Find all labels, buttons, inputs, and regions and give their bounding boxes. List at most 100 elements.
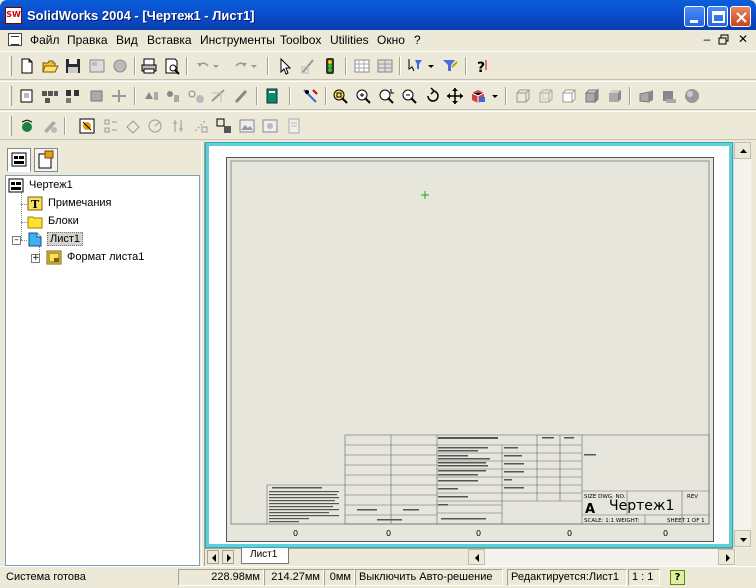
hidden-in-gray-button[interactable]	[537, 87, 555, 105]
scroll-down-button[interactable]	[734, 530, 751, 547]
tab-feature-tree[interactable]	[7, 148, 31, 172]
save-button[interactable]	[64, 57, 82, 75]
scroll-right-button[interactable]	[718, 549, 735, 565]
projected-view-button[interactable]	[88, 87, 106, 105]
make-assembly-button[interactable]	[111, 57, 129, 75]
grid-button[interactable]	[353, 57, 371, 75]
model-view-button[interactable]	[18, 87, 36, 105]
insert-picture-button[interactable]	[238, 117, 256, 135]
shaded-edges-button[interactable]	[583, 87, 601, 105]
smart-dimension-button[interactable]	[301, 87, 319, 105]
view-orientation-dropdown[interactable]	[491, 87, 499, 105]
open-button[interactable]	[41, 57, 59, 75]
revolve-button[interactable]	[146, 117, 164, 135]
scroll-up-button[interactable]	[734, 142, 751, 159]
annotation-book-button[interactable]	[263, 87, 281, 105]
wireframe-button[interactable]	[514, 87, 532, 105]
menu-insert[interactable]: Вставка	[147, 33, 192, 47]
sheet-next-button[interactable]	[222, 550, 234, 564]
rebuild-button[interactable]	[321, 57, 339, 75]
tree-collapse-sheet[interactable]: –	[12, 236, 21, 245]
macro-run-button[interactable]	[18, 117, 36, 135]
edit-sheet-button[interactable]	[261, 117, 279, 135]
broken-view-button[interactable]	[232, 87, 250, 105]
undo-button[interactable]	[194, 57, 212, 75]
new-button[interactable]	[18, 57, 36, 75]
sketch-button[interactable]	[299, 57, 317, 75]
tree-item-blocks[interactable]: Блоки	[27, 214, 147, 230]
sheet-format-button[interactable]	[285, 117, 303, 135]
select-button[interactable]	[276, 57, 294, 75]
whats-this-button[interactable]: ?	[473, 57, 491, 75]
centerline-button[interactable]	[192, 117, 210, 135]
standard-views-button[interactable]	[41, 87, 59, 105]
render-button[interactable]	[683, 87, 701, 105]
undo-dropdown[interactable]	[212, 57, 220, 75]
center-mark-button[interactable]	[169, 117, 187, 135]
align-button[interactable]	[101, 117, 119, 135]
sheet-prev-button[interactable]	[207, 550, 219, 564]
menu-file[interactable]: Файл	[30, 33, 60, 47]
redo-button[interactable]	[232, 57, 250, 75]
maximize-button[interactable]	[707, 6, 728, 27]
shadows-button[interactable]	[660, 87, 678, 105]
menu-window[interactable]: Окно	[377, 33, 405, 47]
zoom-to-fit-button[interactable]	[331, 87, 349, 105]
sheet-tab-1[interactable]: Лист1	[241, 548, 289, 564]
crop-view-button[interactable]	[209, 87, 227, 105]
toolbar-grip[interactable]	[9, 56, 12, 76]
horizontal-scrollbar[interactable]	[468, 549, 736, 566]
rotate-view-button[interactable]	[424, 87, 442, 105]
menu-tools[interactable]: Инструменты	[200, 33, 275, 47]
redo-dropdown[interactable]	[250, 57, 258, 75]
toolbar-grip[interactable]	[9, 86, 12, 106]
mdi-close-button[interactable]: ✕	[736, 33, 750, 46]
menu-help[interactable]: ?	[414, 33, 421, 47]
menu-utilities[interactable]: Utilities	[330, 33, 369, 47]
filter-dropdown[interactable]	[427, 57, 435, 75]
shaded-button[interactable]	[606, 87, 624, 105]
tree-item-sheet[interactable]: Лист1	[27, 232, 147, 248]
aligned-section-button[interactable]	[164, 87, 182, 105]
macro-edit-button[interactable]	[41, 117, 59, 135]
view-orientation-button[interactable]	[469, 87, 487, 105]
make-drawing-button[interactable]	[88, 57, 106, 75]
pan-button[interactable]	[446, 87, 464, 105]
status-mode[interactable]: Выключить Авто-решение	[355, 569, 503, 586]
zoom-out-button[interactable]	[400, 87, 418, 105]
zoom-to-area-button[interactable]	[377, 87, 395, 105]
print-button[interactable]	[140, 57, 158, 75]
table-button[interactable]	[376, 57, 394, 75]
tree-item-annotations[interactable]: T Примечания	[27, 196, 147, 212]
close-button[interactable]	[730, 6, 751, 27]
vertical-scrollbar[interactable]	[733, 142, 751, 548]
hidden-removed-button[interactable]	[560, 87, 578, 105]
tree-item-sheet-format[interactable]: Формат листа1	[46, 250, 196, 266]
hatch-button[interactable]	[124, 117, 142, 135]
block-button[interactable]	[215, 117, 233, 135]
select-filter-button[interactable]	[406, 57, 424, 75]
tab-property-manager[interactable]	[34, 148, 58, 172]
layers-button[interactable]	[78, 117, 96, 135]
predefined-views-button[interactable]	[64, 87, 82, 105]
mdi-restore-button[interactable]	[717, 33, 731, 46]
section-view-button[interactable]	[142, 87, 160, 105]
drawing-sheet[interactable]: 00000 SIZE DWG. NO. REV A Чертеж1 SCALE:…	[226, 157, 714, 542]
quick-tips-icon[interactable]: ?	[670, 570, 685, 585]
document-menu-icon[interactable]	[8, 33, 22, 46]
perspective-button[interactable]	[637, 87, 655, 105]
auxiliary-view-button[interactable]	[110, 87, 128, 105]
menu-toolbox[interactable]: Toolbox	[280, 33, 321, 47]
app-icon[interactable]	[5, 7, 22, 24]
tree-item-drawing[interactable]: Чертеж1	[8, 178, 128, 194]
tree-expand-sheet-format[interactable]: +	[31, 254, 40, 263]
minimize-button[interactable]	[684, 6, 705, 27]
scroll-left-button[interactable]	[468, 549, 485, 565]
toolbar-grip[interactable]	[9, 116, 12, 136]
menu-view[interactable]: Вид	[116, 33, 138, 47]
print-preview-button[interactable]	[163, 57, 181, 75]
detail-view-button[interactable]	[187, 87, 205, 105]
mdi-minimize-button[interactable]: –	[700, 33, 714, 46]
menu-edit[interactable]: Правка	[67, 33, 108, 47]
toggle-filter-button[interactable]	[441, 57, 459, 75]
